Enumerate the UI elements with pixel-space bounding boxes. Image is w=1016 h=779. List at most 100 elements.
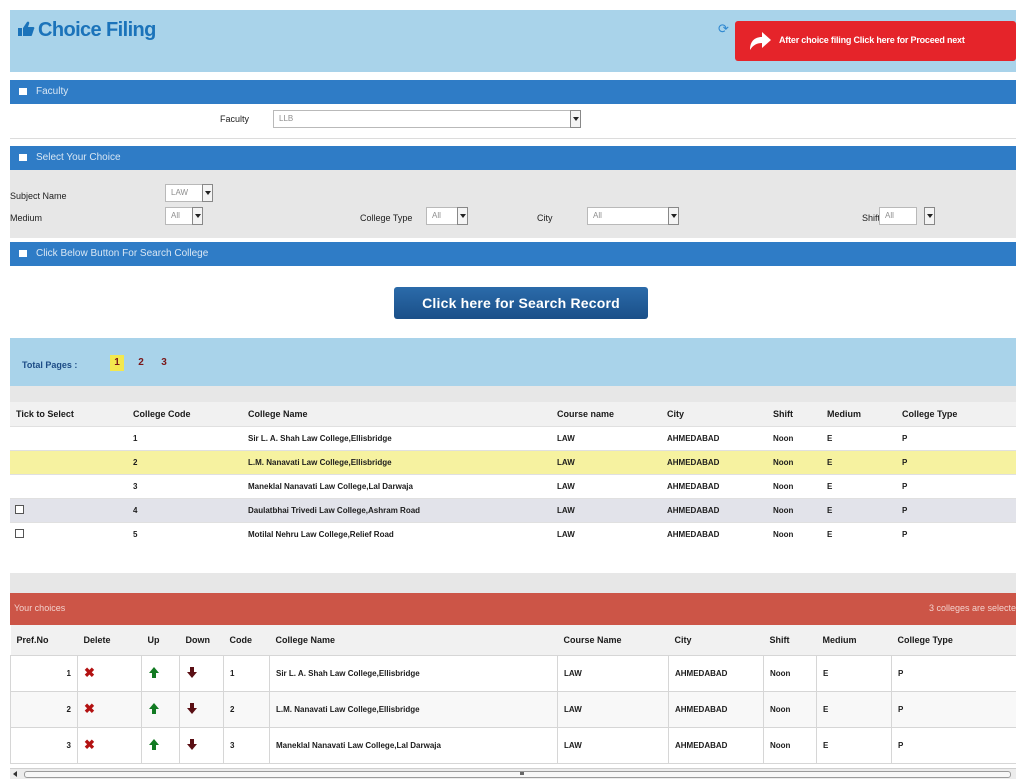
- chevron-down-icon: [570, 110, 581, 128]
- table-spacer: [10, 573, 1016, 593]
- move-up-icon[interactable]: [148, 667, 160, 679]
- city-cell: AHMEDABAD: [669, 728, 764, 764]
- city-select[interactable]: All: [587, 207, 679, 225]
- medium-cell: E: [821, 451, 896, 475]
- move-up-icon[interactable]: [148, 739, 160, 751]
- col-shift: Shift: [764, 625, 817, 656]
- faculty-select[interactable]: LLB: [273, 110, 581, 128]
- delete-cell: ✖: [78, 656, 142, 692]
- subject-select[interactable]: LAW: [165, 184, 213, 202]
- up-cell: [142, 692, 180, 728]
- select-checkbox[interactable]: [15, 505, 24, 514]
- delete-icon[interactable]: ✖: [84, 668, 95, 678]
- your-choices-title: Your choices: [14, 603, 65, 613]
- course-cell: LAW: [551, 451, 661, 475]
- page-link-1[interactable]: 1: [110, 355, 124, 371]
- share-arrow-icon: [747, 28, 773, 54]
- page-title-text: Choice Filing: [38, 19, 156, 41]
- move-up-icon[interactable]: [148, 703, 160, 715]
- table-row[interactable]: 1 Sir L. A. Shah Law College,Ellisbridge…: [10, 427, 1016, 451]
- tick-cell: [10, 523, 127, 547]
- tick-cell: [10, 451, 127, 475]
- college-name-cell: Daulatbhai Trivedi Law College,Ashram Ro…: [242, 499, 551, 523]
- table-row[interactable]: 4 Daulatbhai Trivedi Law College,Ashram …: [10, 499, 1016, 523]
- medium-select[interactable]: All: [165, 207, 203, 225]
- delete-icon[interactable]: ✖: [84, 740, 95, 750]
- choice-row: 3 ✖ 3 Maneklal Nanavati Law College,Lal …: [11, 728, 1016, 764]
- move-down-icon[interactable]: [186, 703, 198, 715]
- shift-select[interactable]: All: [879, 207, 917, 225]
- col-college-name: College Name: [242, 402, 551, 427]
- shift-cell: Noon: [764, 728, 817, 764]
- college-type-cell: P: [892, 656, 1016, 692]
- college-code-cell: 5: [127, 523, 242, 547]
- college-type-select[interactable]: All: [426, 207, 468, 225]
- shift-cell: Noon: [764, 692, 817, 728]
- medium-cell: E: [817, 656, 892, 692]
- horizontal-scrollbar[interactable]: [10, 768, 1016, 779]
- shift-cell: Noon: [767, 427, 821, 451]
- college-type-cell: P: [896, 523, 1016, 547]
- faculty-section-bar: Faculty: [10, 80, 1016, 104]
- delete-cell: ✖: [78, 728, 142, 764]
- move-down-icon[interactable]: [186, 739, 198, 751]
- college-name-cell: L.M. Nanavati Law College,Ellisbridge: [270, 692, 558, 728]
- delete-cell: ✖: [78, 692, 142, 728]
- college-type-cell: P: [892, 728, 1016, 764]
- table-row[interactable]: 2 L.M. Nanavati Law College,Ellisbridge …: [10, 451, 1016, 475]
- proceed-next-label: After choice filing Click here for Proce…: [779, 35, 965, 45]
- col-course-name: Course name: [551, 402, 661, 427]
- scrollbar-thumb[interactable]: [24, 771, 1011, 778]
- college-name-cell: Maneklal Nanavati Law College,Lal Darwaj…: [270, 728, 558, 764]
- up-cell: [142, 656, 180, 692]
- chevron-down-icon: [457, 207, 468, 225]
- pref-no-cell: 3: [11, 728, 78, 764]
- choices-table-header: Pref.No Delete Up Down Code College Name…: [11, 625, 1016, 656]
- col-code: Code: [224, 625, 270, 656]
- college-table: Tick to Select College Code College Name…: [10, 402, 1016, 546]
- table-row[interactable]: 5 Motilal Nehru Law College,Relief Road …: [10, 523, 1016, 547]
- list-icon: [19, 250, 27, 257]
- page-link-2[interactable]: 2: [134, 355, 148, 371]
- select-checkbox[interactable]: [15, 529, 24, 538]
- table-row[interactable]: 3 Maneklal Nanavati Law College,Lal Darw…: [10, 475, 1016, 499]
- faculty-section-title: Faculty: [36, 86, 68, 97]
- refresh-icon[interactable]: ⟳: [718, 22, 732, 36]
- col-college-name: College Name: [270, 625, 558, 656]
- city-cell: AHMEDABAD: [661, 451, 767, 475]
- down-cell: [180, 692, 224, 728]
- code-cell: 1: [224, 656, 270, 692]
- medium-cell: E: [821, 499, 896, 523]
- proceed-next-button[interactable]: After choice filing Click here for Proce…: [735, 21, 1016, 61]
- col-delete: Delete: [78, 625, 142, 656]
- down-cell: [180, 656, 224, 692]
- subject-select-value: LAW: [171, 188, 188, 197]
- col-city: City: [669, 625, 764, 656]
- tick-cell: [10, 499, 127, 523]
- college-name-cell: L.M. Nanavati Law College,Ellisbridge: [242, 451, 551, 475]
- city-cell: AHMEDABAD: [669, 656, 764, 692]
- col-course-name: Course Name: [558, 625, 669, 656]
- list-icon: [19, 154, 27, 161]
- move-down-icon[interactable]: [186, 667, 198, 679]
- college-code-cell: 4: [127, 499, 242, 523]
- delete-icon[interactable]: ✖: [84, 704, 95, 714]
- medium-cell: E: [817, 728, 892, 764]
- search-record-button[interactable]: Click here for Search Record: [394, 287, 648, 319]
- city-cell: AHMEDABAD: [669, 692, 764, 728]
- college-type-select-value: All: [432, 211, 441, 220]
- col-college-code: College Code: [127, 402, 242, 427]
- list-icon: [19, 88, 27, 95]
- page-title: Choice Filing: [16, 19, 156, 42]
- code-cell: 3: [224, 728, 270, 764]
- page-link-3[interactable]: 3: [157, 355, 171, 371]
- medium-select-value: All: [171, 211, 180, 220]
- up-cell: [142, 728, 180, 764]
- choice-section-title: Select Your Choice: [36, 152, 121, 163]
- col-pref-no: Pref.No: [11, 625, 78, 656]
- faculty-select-value: LLB: [279, 114, 293, 123]
- code-cell: 2: [224, 692, 270, 728]
- col-college-type: College Type: [892, 625, 1016, 656]
- college-name-cell: Maneklal Nanavati Law College,Lal Darwaj…: [242, 475, 551, 499]
- scroll-left-icon[interactable]: [13, 771, 17, 777]
